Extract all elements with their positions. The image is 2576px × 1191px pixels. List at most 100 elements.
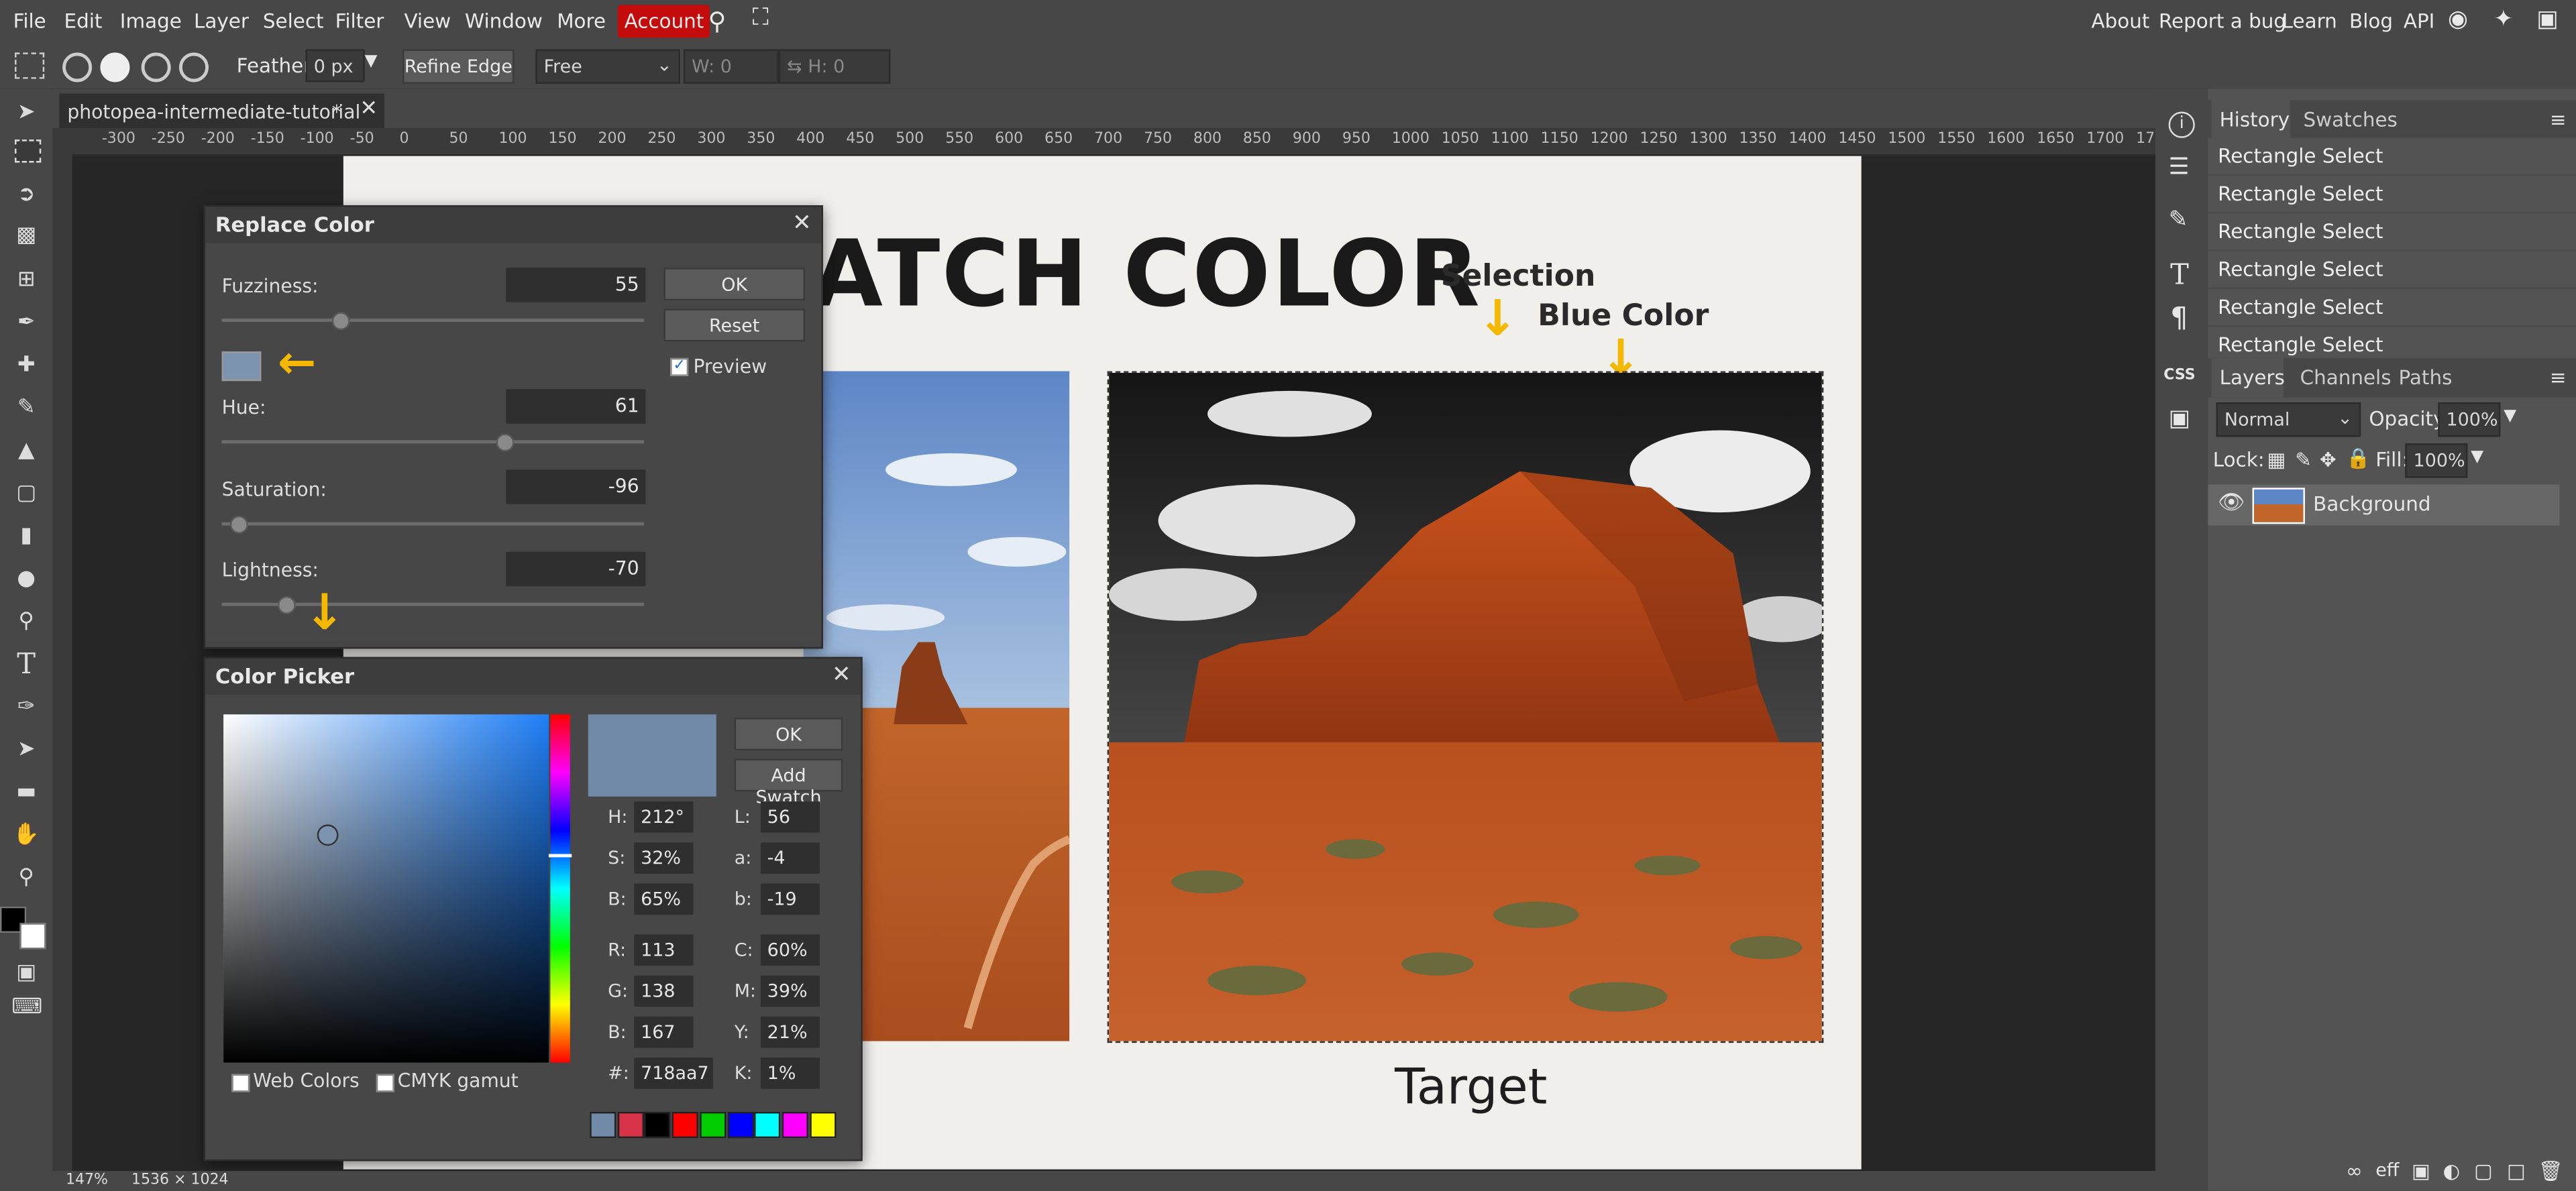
sampled-color-swatch[interactable]: [221, 351, 262, 382]
lock-all-icon[interactable]: 🔒: [2346, 447, 2371, 469]
menu-select[interactable]: Select: [263, 10, 324, 33]
facebook-icon[interactable]: ▣: [2536, 7, 2558, 33]
bv-input[interactable]: 65%: [634, 883, 694, 915]
dodge-tool-icon[interactable]: ⚲: [11, 608, 41, 637]
paragraph-icon[interactable]: ¶: [2170, 302, 2188, 335]
crop-tool-icon[interactable]: ⊞: [11, 266, 41, 296]
lock-paint-icon[interactable]: ✎: [2295, 449, 2312, 471]
tab-layers[interactable]: Layers: [2211, 357, 2285, 398]
twitter-icon[interactable]: ✦: [2494, 7, 2514, 33]
gradient-tool-icon[interactable]: ▮: [11, 522, 41, 552]
hue-slider[interactable]: [221, 440, 645, 444]
g-input[interactable]: 138: [634, 975, 694, 1007]
tab-swatches[interactable]: Swatches: [2303, 109, 2397, 131]
c-input[interactable]: 60%: [760, 934, 820, 966]
zoom-level[interactable]: 147%: [66, 1173, 108, 1189]
eyedropper-tool-icon[interactable]: ✒: [11, 308, 41, 338]
fill-input[interactable]: 100%: [2405, 443, 2468, 478]
image-icon[interactable]: ▣: [2169, 406, 2190, 432]
color-swatch[interactable]: [590, 1111, 616, 1139]
mask-icon[interactable]: ▣: [2412, 1159, 2430, 1182]
brush-tool-icon[interactable]: ✎: [11, 394, 41, 424]
r-input[interactable]: 113: [634, 934, 694, 966]
zoom-tool-icon[interactable]: ⚲: [11, 864, 41, 893]
tab-channels[interactable]: Channels: [2300, 366, 2392, 389]
selection-new-icon[interactable]: [62, 52, 93, 82]
link-layers-icon[interactable]: ∞: [2346, 1159, 2362, 1182]
document-tab[interactable]: photopea-intermediate-tutorial * ✕: [59, 93, 385, 129]
saturation-brightness-field[interactable]: [223, 714, 549, 1063]
reddit-icon[interactable]: ◉: [2448, 7, 2468, 33]
layer-row[interactable]: 👁 Background: [2208, 484, 2560, 526]
color-swatch[interactable]: [809, 1111, 836, 1139]
delete-layer-icon[interactable]: 🗑: [2538, 1159, 2563, 1182]
lightness-slider-handle[interactable]: [276, 596, 295, 614]
history-item[interactable]: Rectangle Select: [2208, 176, 2576, 214]
tab-history[interactable]: History: [2211, 100, 2290, 140]
menu-filter[interactable]: Filter: [335, 10, 384, 33]
color-swatch[interactable]: [644, 1111, 672, 1139]
k-input[interactable]: 1%: [760, 1058, 820, 1089]
menu-learn[interactable]: Learn: [2282, 10, 2337, 33]
b-input[interactable]: 167: [634, 1016, 694, 1048]
fill-dropdown-icon[interactable]: ▼: [2471, 449, 2483, 467]
menu-about[interactable]: About: [2092, 10, 2150, 33]
css-icon[interactable]: CSS: [2163, 368, 2195, 384]
background-color-swatch[interactable]: [19, 923, 46, 950]
menu-image[interactable]: Image: [120, 10, 182, 33]
group-icon[interactable]: ▢: [2474, 1159, 2493, 1182]
history-item[interactable]: Rectangle Select: [2208, 251, 2576, 290]
healing-tool-icon[interactable]: ✚: [11, 351, 41, 381]
stamp-tool-icon[interactable]: ▲: [11, 437, 41, 466]
hue-strip-handle[interactable]: [548, 854, 572, 858]
color-picker-ok-button[interactable]: OK: [734, 718, 843, 751]
menu-report-bug[interactable]: Report a bug: [2159, 10, 2286, 33]
effects-icon[interactable]: eff: [2375, 1159, 2399, 1181]
cmyk-gamut-checkbox[interactable]: [376, 1074, 394, 1092]
opacity-dropdown-icon[interactable]: ▼: [2504, 407, 2516, 425]
eraser-tool-icon[interactable]: ▢: [11, 479, 41, 509]
brush-settings-icon[interactable]: ✎: [2169, 207, 2188, 233]
style-select[interactable]: Free ⌄: [535, 49, 680, 84]
marquee-tool-icon[interactable]: [15, 52, 45, 79]
color-swatch[interactable]: [727, 1111, 753, 1139]
menu-layer[interactable]: Layer: [194, 10, 249, 33]
close-icon[interactable]: ✕: [792, 210, 812, 236]
width-input[interactable]: W: 0: [683, 49, 779, 84]
y-input[interactable]: 21%: [760, 1016, 820, 1048]
preview-checkbox[interactable]: ✓: [670, 357, 689, 376]
blend-mode-select[interactable]: Normal ⌄: [2216, 402, 2361, 437]
color-swatch[interactable]: [754, 1111, 781, 1139]
lasso-tool-icon[interactable]: ➲: [11, 180, 41, 210]
keyboard-icon[interactable]: ⌨: [11, 994, 42, 1023]
new-layer-icon[interactable]: □: [2507, 1159, 2526, 1182]
menu-edit[interactable]: Edit: [64, 10, 103, 33]
shape-tool-icon[interactable]: ▬: [11, 779, 41, 808]
opacity-input[interactable]: 100%: [2438, 402, 2501, 437]
hand-tool-icon[interactable]: ✋: [11, 821, 41, 850]
search-icon[interactable]: ⚲: [708, 7, 727, 36]
color-swatch[interactable]: [672, 1111, 699, 1139]
hue-slider-handle[interactable]: [496, 433, 515, 452]
fullscreen-icon[interactable]: ⛶: [753, 5, 769, 31]
panel-menu-icon[interactable]: ≡: [2550, 109, 2567, 131]
panel-menu-icon[interactable]: ≡: [2550, 366, 2567, 389]
hue-strip[interactable]: [550, 714, 570, 1063]
lightness-input[interactable]: -70: [506, 551, 646, 587]
history-item[interactable]: Rectangle Select: [2208, 137, 2576, 176]
close-icon[interactable]: ✕: [832, 662, 851, 688]
hex-input[interactable]: 718aa7: [634, 1058, 713, 1089]
add-swatch-button[interactable]: Add Swatch: [734, 758, 843, 808]
lock-move-icon[interactable]: ✥: [2320, 449, 2337, 471]
blur-tool-icon[interactable]: ●: [11, 565, 41, 594]
history-item[interactable]: Rectangle Select: [2208, 213, 2576, 251]
info-icon[interactable]: i: [2168, 111, 2195, 138]
adjustments-icon[interactable]: ☰: [2169, 154, 2190, 180]
menu-file[interactable]: File: [13, 10, 46, 33]
menu-window[interactable]: Window: [465, 10, 543, 33]
selection-intersect-icon[interactable]: [178, 52, 209, 82]
refine-edge-button[interactable]: Refine Edge: [402, 49, 515, 84]
menu-more[interactable]: More: [557, 10, 606, 33]
move-tool-icon[interactable]: ➤: [11, 99, 41, 128]
tab-paths[interactable]: Paths: [2399, 366, 2453, 389]
